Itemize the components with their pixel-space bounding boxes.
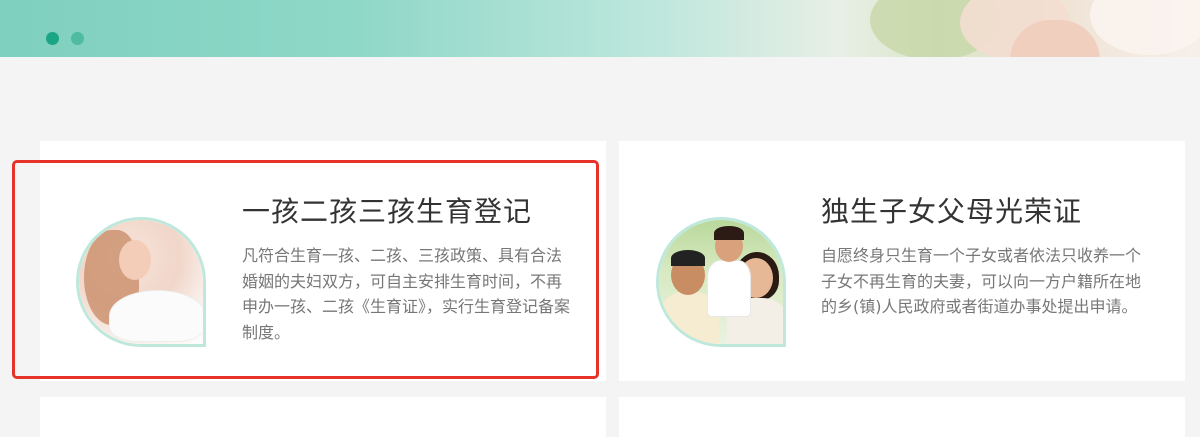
family-photo [656, 217, 786, 347]
card-description: 凡符合生育一孩、二孩、三孩政策、具有合法婚姻的夫妇双方，可自主安排生育时间，不再… [242, 246, 571, 342]
card-title[interactable]: 一孩二孩三孩生育登记 [242, 190, 532, 230]
carousel-dots [46, 32, 84, 45]
carousel-dot-1[interactable] [46, 32, 59, 45]
card-title[interactable]: 独生子女父母光荣证 [821, 190, 1082, 230]
pregnant-woman-photo [76, 217, 206, 347]
card-description: 自愿终身只生育一个子女或者依法只收养一个子女不再生育的夫妻，可以向一方户籍所在地… [821, 246, 1142, 316]
top-banner [0, 0, 1200, 57]
banner-decoration [1090, 0, 1200, 55]
service-card-3[interactable] [40, 397, 606, 437]
service-card-4[interactable] [619, 397, 1185, 437]
carousel-dot-2[interactable] [71, 32, 84, 45]
